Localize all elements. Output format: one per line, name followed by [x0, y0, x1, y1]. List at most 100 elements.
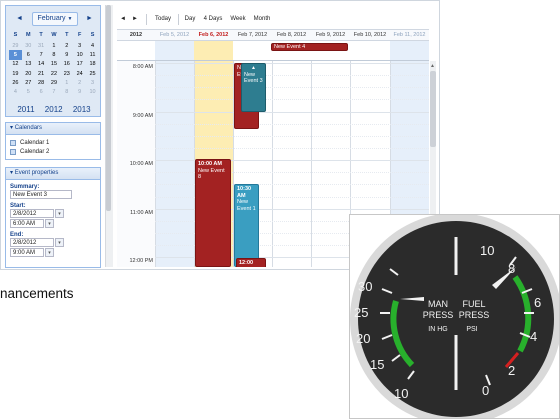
prev-month-icon[interactable]: ◄ [16, 15, 23, 22]
mini-day[interactable]: 4 [9, 87, 22, 96]
mini-day[interactable]: 9 [60, 50, 73, 59]
mini-day[interactable]: 25 [86, 69, 99, 78]
gauge-label: PRESS [459, 310, 490, 320]
event-block[interactable]: ▲ New Event 3 [241, 63, 266, 112]
mini-day[interactable]: 29 [9, 41, 22, 50]
four-days-view-button[interactable]: 4 Days [201, 13, 225, 26]
calendar-2-checkbox[interactable]: Calendar 2 [6, 148, 100, 157]
gauge-label: PRESS [423, 310, 454, 320]
calendar-1-checkbox[interactable]: Calendar 1 [6, 139, 100, 148]
mini-day[interactable]: 7 [48, 87, 61, 96]
mini-day-selected[interactable]: 5 [9, 50, 22, 60]
summary-value: New Event 3 [13, 192, 48, 198]
mini-day[interactable]: 30 [22, 41, 35, 50]
month-select[interactable]: February ▼ [32, 12, 78, 26]
all-day-event[interactable]: New Event 4 [271, 43, 348, 51]
mini-day[interactable]: 20 [22, 69, 35, 78]
mini-day[interactable]: 23 [60, 69, 73, 78]
event-title: Event 3 [244, 78, 263, 84]
weekday-header: T [39, 32, 43, 38]
mini-day[interactable]: 2 [60, 41, 73, 50]
event-properties-header[interactable]: ▾ Event properties [6, 168, 100, 180]
summary-field[interactable]: New Event 3 [10, 190, 72, 199]
mini-day[interactable]: 4 [86, 41, 99, 50]
end-time-value: 9:00 AM [13, 250, 36, 256]
toolbar-separator [178, 14, 179, 25]
year-item[interactable]: 2013 [73, 105, 91, 114]
time-label: 11:00 AM [130, 210, 153, 216]
event-properties-panel: ▾ Event properties Summary: New Event 3 … [5, 167, 101, 268]
time-picker-icon[interactable]: ▾ [45, 248, 54, 257]
mini-day[interactable]: 1 [60, 78, 73, 87]
mini-day[interactable]: 19 [9, 69, 22, 78]
toolbar-separator [146, 14, 147, 25]
mini-day[interactable]: 17 [73, 60, 86, 69]
event-block[interactable]: 12:00 [236, 258, 266, 267]
end-date-field[interactable]: 2/8/2012 ▾ [10, 238, 64, 247]
half-hour-line [155, 148, 429, 149]
time-picker-icon[interactable]: ▾ [45, 219, 54, 228]
mini-day[interactable]: 18 [86, 60, 99, 69]
scroll-up-icon[interactable]: ▲ [430, 63, 435, 69]
event-block[interactable]: 10:30 AM New Event 1 [234, 184, 259, 267]
mini-day[interactable]: 10 [86, 87, 99, 96]
event-title: New Event 8 [198, 167, 225, 181]
month-view-button[interactable]: Month [251, 13, 273, 26]
gauge-label: PSI [466, 326, 477, 333]
mini-day[interactable]: 6 [35, 87, 48, 96]
gauge-label: FUEL [462, 299, 485, 309]
calendar-toolbar: ◄ ► Today Day 4 Days Week Month [117, 13, 429, 26]
mini-day[interactable]: 3 [86, 78, 99, 87]
year-item[interactable]: 2011 [17, 105, 34, 114]
weekday-header: S [90, 32, 95, 38]
mini-day[interactable]: 14 [35, 60, 48, 69]
event-block[interactable]: 10:00 AM New Event 8 [195, 159, 231, 267]
start-date-field[interactable]: 2/8/2012 ▾ [10, 209, 64, 218]
week-view-button[interactable]: Week [227, 13, 249, 26]
mini-day[interactable]: 22 [48, 69, 61, 78]
mini-day[interactable]: 24 [73, 69, 86, 78]
weekday-header: S [13, 32, 18, 38]
year-item[interactable]: 2012 [45, 105, 63, 114]
mini-day[interactable]: 5 [22, 87, 35, 96]
mini-day[interactable]: 11 [86, 50, 99, 59]
mini-day[interactable]: 15 [48, 60, 61, 69]
mini-day[interactable]: 28 [35, 78, 48, 87]
left-scrollbar-thumb[interactable] [106, 5, 111, 211]
mini-day[interactable]: 31 [35, 41, 48, 50]
mini-day[interactable]: 8 [60, 87, 73, 96]
mini-day[interactable]: 16 [60, 60, 73, 69]
prev-icon[interactable]: ◄ [117, 13, 129, 26]
next-month-icon[interactable]: ► [86, 15, 93, 22]
mini-day[interactable]: 26 [9, 78, 22, 87]
mini-day[interactable]: 12 [9, 60, 22, 69]
mini-day[interactable]: 7 [35, 50, 48, 59]
left-scale-label: 15 [370, 357, 384, 372]
mini-day[interactable]: 8 [48, 50, 61, 59]
right-scale-label: 10 [480, 243, 494, 258]
end-time-field[interactable]: 9:00 AM ▾ [10, 248, 54, 257]
mini-day[interactable]: 2 [73, 78, 86, 87]
date-picker-icon[interactable]: ▾ [55, 238, 64, 247]
mini-day[interactable]: 1 [48, 41, 61, 50]
day-view-button[interactable]: Day [182, 13, 198, 26]
event-title: Event 1 [237, 205, 256, 212]
mini-day[interactable]: 27 [22, 78, 35, 87]
grid-scrollbar-thumb[interactable] [430, 71, 436, 147]
next-icon[interactable]: ► [129, 13, 141, 26]
mini-day[interactable]: 3 [73, 41, 86, 50]
mini-day[interactable]: 21 [35, 69, 48, 78]
start-time-field[interactable]: 6:00 AM ▾ [10, 219, 54, 228]
all-day-row: New Event 4 [117, 41, 429, 61]
mini-day[interactable]: 29 [48, 78, 61, 87]
half-hour-line [155, 99, 429, 100]
today-button[interactable]: Today [150, 13, 176, 26]
mini-day[interactable]: 6 [22, 50, 35, 59]
mini-day[interactable]: 9 [73, 87, 86, 96]
mini-day[interactable]: 13 [22, 60, 35, 69]
right-scale-label: 6 [534, 295, 541, 310]
calendars-panel-header[interactable]: ▾ Calendars [6, 123, 100, 135]
mini-day[interactable]: 10 [73, 50, 86, 59]
date-picker-icon[interactable]: ▾ [55, 209, 64, 218]
chevron-down-icon: ▼ [67, 16, 73, 22]
